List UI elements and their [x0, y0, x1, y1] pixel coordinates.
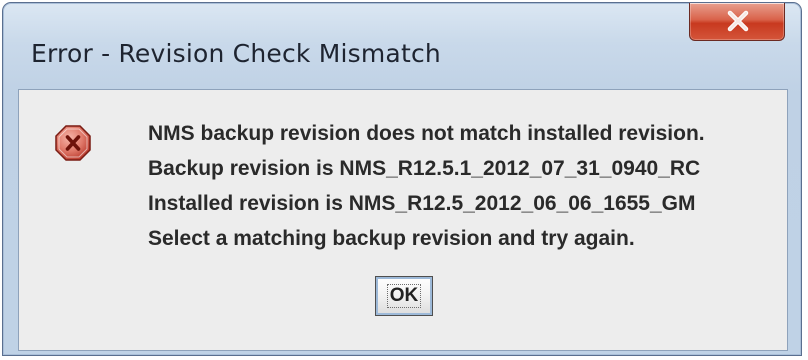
title-bar[interactable]: Error - Revision Check Mismatch	[3, 3, 801, 91]
message-line: NMS backup revision does not match insta…	[148, 122, 705, 145]
dialog-title: Error - Revision Check Mismatch	[31, 39, 441, 68]
error-message: NMS backup revision does not match insta…	[148, 116, 778, 256]
error-stop-icon	[55, 125, 91, 161]
message-line: Installed revision is NMS_R12.5_2012_06_…	[148, 192, 696, 215]
message-line: Backup revision is NMS_R12.5.1_2012_07_3…	[148, 157, 701, 180]
ok-button-label: OK	[386, 283, 422, 308]
error-dialog-window: Error - Revision Check Mismatch NMS back…	[2, 2, 802, 356]
close-button[interactable]	[689, 3, 785, 41]
close-x-icon	[727, 10, 749, 32]
message-line: Select a matching backup revision and tr…	[148, 227, 635, 250]
ok-button[interactable]: OK	[375, 276, 433, 316]
message-panel: NMS backup revision does not match insta…	[18, 89, 788, 351]
